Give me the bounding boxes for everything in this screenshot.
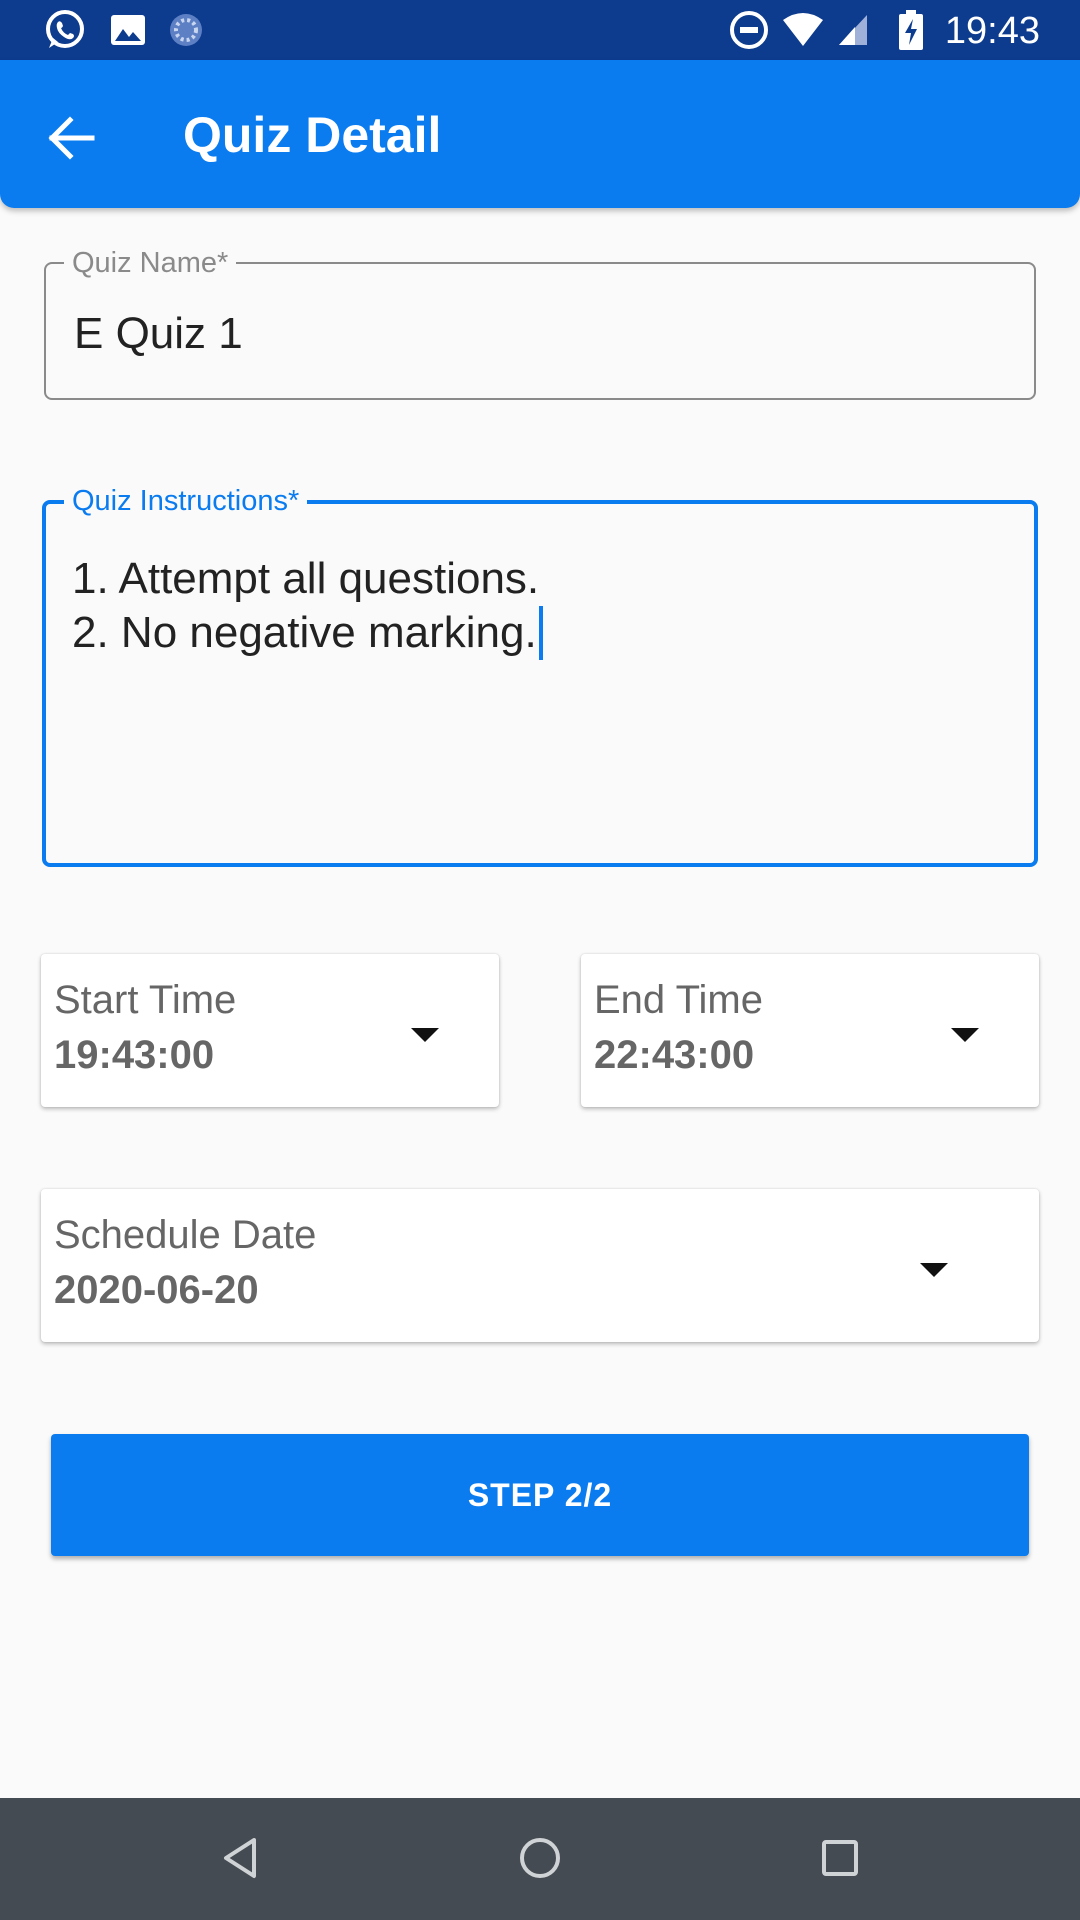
schedule-date-dropdown[interactable]: Schedule Date 2020-06-20 <box>41 1189 1039 1342</box>
dropdown-arrow-icon <box>920 1263 948 1277</box>
quiz-name-value[interactable]: E Quiz 1 <box>74 308 243 360</box>
start-time-value: 19:43:00 <box>54 1033 215 1077</box>
dropdown-arrow-icon <box>411 1028 439 1042</box>
status-bar: 19:43 <box>0 0 1080 60</box>
page-title: Quiz Detail <box>183 107 442 163</box>
quiz-name-field[interactable]: Quiz Name* E Quiz 1 <box>44 246 1036 400</box>
quiz-name-label: Quiz Name* <box>64 246 237 280</box>
instruction-line: 1. Attempt all questions. <box>72 554 540 603</box>
quiz-instructions-field[interactable]: Quiz Instructions* 1. Attempt all questi… <box>42 484 1038 867</box>
battery-charging-icon <box>898 10 924 50</box>
nav-back-icon[interactable] <box>210 1828 270 1888</box>
wifi-icon <box>780 10 826 50</box>
do-not-disturb-icon <box>728 10 770 50</box>
quiz-instructions-label: Quiz Instructions* <box>64 484 308 518</box>
arrow-back-icon <box>48 116 95 160</box>
end-time-label: End Time <box>594 978 763 1022</box>
back-button[interactable] <box>32 98 112 178</box>
navigation-bar <box>0 1798 1080 1920</box>
instruction-line: 2. No negative marking. <box>72 606 543 660</box>
end-time-dropdown[interactable]: End Time 22:43:00 <box>581 954 1039 1107</box>
whatsapp-icon <box>42 10 88 50</box>
nav-recents-icon[interactable] <box>810 1828 870 1888</box>
app-bar: Quiz Detail <box>0 60 1080 208</box>
loading-spinner-icon <box>166 10 206 50</box>
step-button[interactable]: STEP 2/2 <box>51 1434 1029 1556</box>
dropdown-arrow-icon <box>951 1028 979 1042</box>
cell-signal-icon <box>836 10 870 50</box>
schedule-date-value: 2020-06-20 <box>54 1268 259 1312</box>
image-icon <box>108 10 148 50</box>
status-time: 19:43 <box>944 10 1040 52</box>
start-time-dropdown[interactable]: Start Time 19:43:00 <box>41 954 499 1107</box>
schedule-date-label: Schedule Date <box>54 1213 317 1257</box>
text-cursor <box>538 606 543 660</box>
end-time-value: 22:43:00 <box>594 1033 755 1077</box>
quiz-instructions-text[interactable]: 1. Attempt all questions. 2. No negative… <box>72 552 543 660</box>
start-time-label: Start Time <box>54 978 237 1022</box>
nav-home-icon[interactable] <box>510 1828 570 1888</box>
